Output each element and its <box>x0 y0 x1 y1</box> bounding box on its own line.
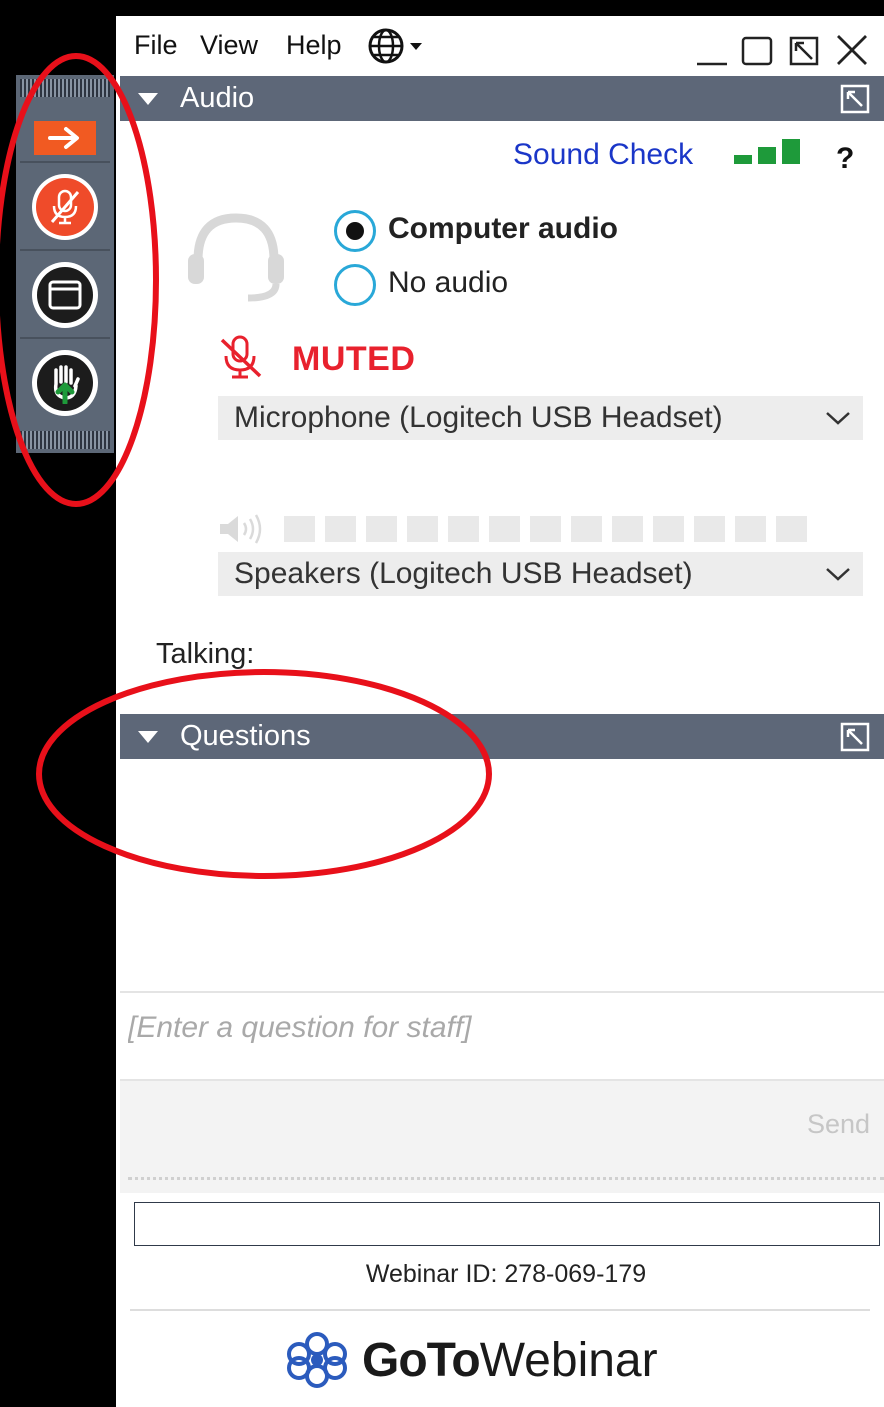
annotation-ellipse-questions <box>36 669 492 879</box>
annotation-ellipse-strip <box>0 53 159 507</box>
annotation-overlay <box>0 53 492 879</box>
